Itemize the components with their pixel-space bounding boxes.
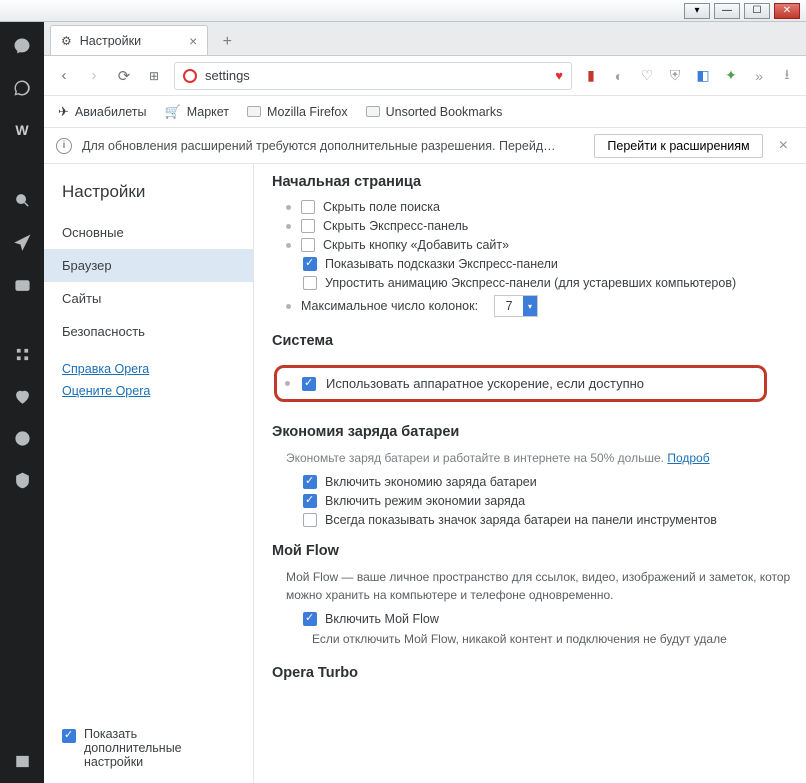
show-advanced-checkbox-row[interactable]: Показать дополнительные настройки <box>62 727 234 769</box>
hwaccel-highlight: Использовать аппаратное ускорение, если … <box>274 365 767 402</box>
bookmarks-bar: ✈Авиабилеты 🛒Маркет Mozilla Firefox Unso… <box>44 96 806 128</box>
notification-action-button[interactable]: Перейти к расширениям <box>594 134 762 158</box>
tab-settings[interactable]: ⚙ Настройки × <box>50 25 208 55</box>
bookmark-heart-icon[interactable]: ♥ <box>555 68 563 83</box>
settings-sidebar: Настройки Основные Браузер Сайты Безопас… <box>44 164 254 783</box>
extension-icon-4[interactable]: ⛨ <box>666 67 684 85</box>
bookmark-unsorted[interactable]: Unsorted Bookmarks <box>366 105 503 119</box>
extension-icon-5[interactable]: ◧ <box>694 67 712 85</box>
section-startpage-title: Начальная страница <box>272 174 806 190</box>
hwaccel-checkbox[interactable] <box>302 377 316 391</box>
bookmark-mozilla[interactable]: Mozilla Firefox <box>247 105 348 119</box>
search-icon[interactable] <box>12 190 32 210</box>
folder-icon <box>247 106 261 117</box>
hwaccel-label: Использовать аппаратное ускорение, если … <box>326 376 644 391</box>
opt-battery-icon[interactable]: Всегда показывать значок заряда батареи … <box>286 513 806 527</box>
extension-overflow[interactable]: » <box>750 67 768 85</box>
app-sidebar: W <box>0 22 44 783</box>
messenger-icon[interactable] <box>12 36 32 56</box>
send-icon[interactable] <box>12 232 32 252</box>
opt-show-hints[interactable]: Показывать подсказки Экспресс-панели <box>286 257 806 271</box>
close-button[interactable]: ✕ <box>774 3 800 19</box>
show-advanced-label: Показать дополнительные настройки <box>84 727 234 769</box>
folder-icon <box>366 106 380 117</box>
forward-button[interactable]: › <box>84 67 104 84</box>
battery-desc: Экономьте заряд батареи и работайте в ин… <box>286 450 806 467</box>
gear-icon: ⚙ <box>61 34 72 48</box>
speeddial-button[interactable]: ⊞ <box>144 69 164 83</box>
nav-sites[interactable]: Сайты <box>44 282 253 315</box>
opt-battery-mode[interactable]: Включить режим экономии заряда <box>286 494 806 508</box>
cart-icon: 🛒 <box>165 104 181 120</box>
opt-battery-enable[interactable]: Включить экономию заряда батареи <box>286 475 806 489</box>
section-turbo-title: Opera Turbo <box>272 665 806 681</box>
nav-browser[interactable]: Браузер <box>44 249 253 282</box>
bookmark-market[interactable]: 🛒Маркет <box>165 104 230 120</box>
rate-link[interactable]: Оцените Opera <box>62 384 235 398</box>
heart-icon[interactable] <box>12 386 32 406</box>
notification-bar: i Для обновления расширений требуются до… <box>44 128 806 164</box>
show-advanced-checkbox[interactable] <box>62 729 76 743</box>
sidebar-toggle-icon[interactable] <box>12 751 32 771</box>
window-dropdown-button[interactable]: ▾ <box>684 3 710 19</box>
notification-close-icon[interactable]: × <box>773 137 794 155</box>
flow-desc: Мой Flow — ваше личное пространство для … <box>286 569 806 604</box>
reload-button[interactable]: ⟳ <box>114 67 134 85</box>
battery-more-link[interactable]: Подроб <box>667 451 709 465</box>
notification-text: Для обновления расширений требуются допо… <box>82 139 584 153</box>
window-titlebar: ▾ — ☐ ✕ <box>0 0 806 22</box>
minimize-button[interactable]: — <box>714 3 740 19</box>
back-button[interactable]: ‹ <box>54 67 74 84</box>
camera-icon[interactable] <box>12 274 32 294</box>
speeddial-icon[interactable] <box>12 344 32 364</box>
max-columns-select[interactable]: 7▾ <box>494 295 538 317</box>
settings-content: ➸ Начальная страница Скрыть поле поиска … <box>254 164 806 783</box>
address-input[interactable]: settings ♥ <box>174 62 572 90</box>
extension-icon-1[interactable]: ▮ <box>582 67 600 85</box>
tab-title: Настройки <box>80 34 141 48</box>
nav-basic[interactable]: Основные <box>44 216 253 249</box>
new-tab-button[interactable]: + <box>214 29 240 55</box>
opera-badge-icon <box>183 69 197 83</box>
opt-flow-enable[interactable]: Включить Мой Flow <box>286 612 806 626</box>
section-battery-title: Экономия заряда батареи <box>272 424 806 440</box>
opt-max-columns: Максимальное число колонок: 7▾ <box>286 295 806 317</box>
downloads-icon[interactable]: ⭳ <box>778 67 796 85</box>
nav-security[interactable]: Безопасность <box>44 315 253 348</box>
opt-hide-addsite[interactable]: Скрыть кнопку «Добавить сайт» <box>286 238 806 252</box>
tab-strip: ⚙ Настройки × + <box>44 22 806 56</box>
opt-hide-speeddial[interactable]: Скрыть Экспресс-панель <box>286 219 806 233</box>
info-icon: i <box>56 138 72 154</box>
opt-hide-search[interactable]: Скрыть поле поиска <box>286 200 806 214</box>
help-link[interactable]: Справка Opera <box>62 362 235 376</box>
chevron-down-icon: ▾ <box>523 296 537 316</box>
extension-icon-2[interactable]: ◐ <box>610 67 628 85</box>
section-system-title: Система <box>272 333 806 349</box>
plane-icon: ✈ <box>58 104 69 120</box>
settings-title: Настройки <box>44 182 253 216</box>
address-bar-row: ‹ › ⟳ ⊞ settings ♥ ▮ ◐ ♡ ⛨ ◧ ✦ » ⭳ <box>44 56 806 96</box>
maximize-button[interactable]: ☐ <box>744 3 770 19</box>
tab-close-icon[interactable]: × <box>189 33 197 49</box>
address-text: settings <box>205 68 250 83</box>
bookmark-aviabilets[interactable]: ✈Авиабилеты <box>58 104 147 120</box>
flow-note: Если отключить Мой Flow, никакой контент… <box>312 631 806 648</box>
opt-simplify-anim[interactable]: Упростить анимацию Экспресс-панели (для … <box>286 276 806 290</box>
extension-icon-3[interactable]: ♡ <box>638 67 656 85</box>
extensions-icon[interactable] <box>12 470 32 490</box>
section-flow-title: Мой Flow <box>272 543 806 559</box>
vk-icon[interactable]: W <box>12 120 32 140</box>
whatsapp-icon[interactable] <box>12 78 32 98</box>
clock-icon[interactable] <box>12 428 32 448</box>
extension-icon-6[interactable]: ✦ <box>722 67 740 85</box>
